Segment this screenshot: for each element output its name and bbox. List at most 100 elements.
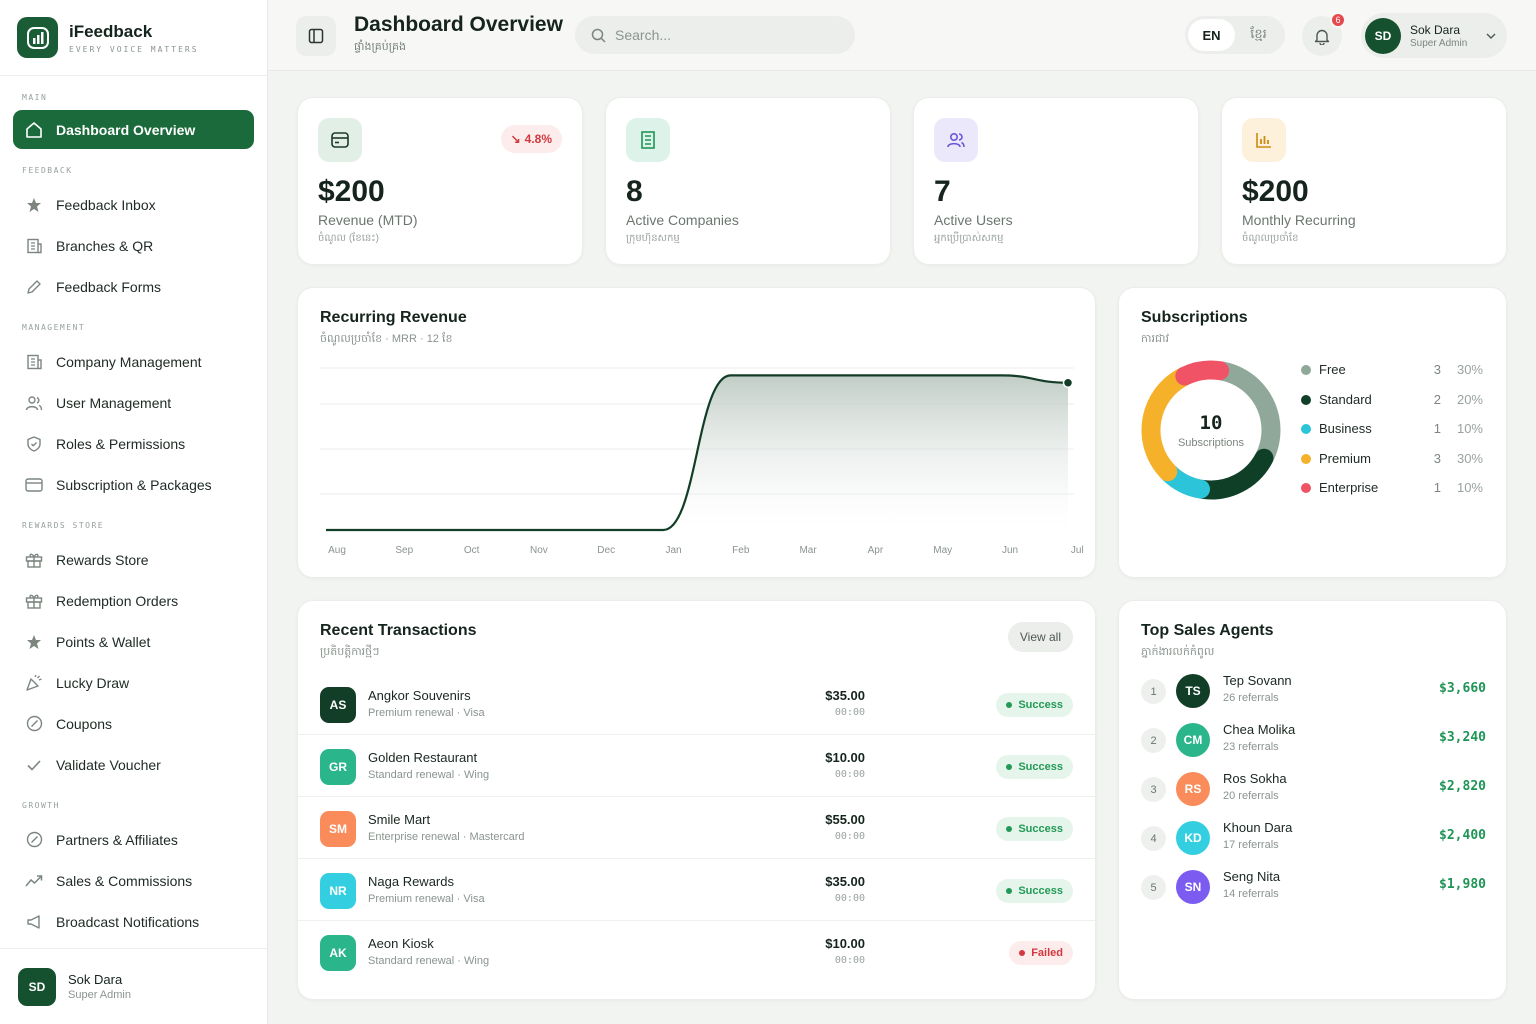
lang-en-button[interactable]: EN bbox=[1188, 19, 1235, 51]
legend-item: Standard 2 20% bbox=[1301, 390, 1483, 410]
list-item[interactable]: 3 RS Ros Sokha 20 referrals $2,820 bbox=[1141, 767, 1486, 816]
sidebar-item-label: Roles & Permissions bbox=[56, 435, 186, 452]
sidebar-item-lucky-draw[interactable]: Lucky Draw bbox=[13, 663, 254, 702]
sidebar-item-branches[interactable]: Branches & QR bbox=[13, 226, 254, 265]
legend-label: Free bbox=[1319, 362, 1346, 377]
sidebar-panel-icon bbox=[308, 28, 324, 44]
avatar: NR bbox=[320, 873, 356, 909]
user-menu[interactable]: SD Sok Dara Super Admin bbox=[1361, 13, 1507, 58]
card-title: Recent Transactions bbox=[320, 622, 477, 639]
stat-card-companies: 8 Active Companies ក្រុមហ៊ុនសកម្ម bbox=[605, 97, 891, 265]
trend-value: 4.8% bbox=[524, 132, 552, 146]
status-badge: Success bbox=[996, 755, 1073, 779]
list-item[interactable]: 4 KD Khoun Dara 17 referrals $2,400 bbox=[1141, 816, 1486, 865]
avatar: KD bbox=[1176, 821, 1210, 855]
sidebar-item-inbox[interactable]: Feedback Inbox bbox=[13, 185, 254, 224]
stat-label-kh: ក្រុមហ៊ុនសកម្ម bbox=[626, 233, 680, 244]
agent-amount: $1,980 bbox=[1439, 877, 1486, 892]
card-subtitle: ប្រតិបត្តិការថ្មីៗ bbox=[320, 646, 380, 658]
top-header: Dashboard Overview ផ្ទាំងគ្រប់គ្រង Searc… bbox=[268, 0, 1536, 71]
sidebar-item-forms[interactable]: Feedback Forms bbox=[13, 267, 254, 306]
table-row[interactable]: NR Naga Rewards Premium renewal · Visa $35.… bbox=[298, 859, 1095, 921]
status-badge: Success bbox=[996, 879, 1073, 903]
header-user-role: Super Admin bbox=[1410, 37, 1468, 49]
table-row[interactable]: AK Aeon Kiosk Standard renewal · Wing $10.0… bbox=[298, 921, 1095, 983]
notifications-button[interactable]: 6 bbox=[1302, 12, 1346, 56]
card-subtitle: ភ្នាក់ងារលក់កំពូល bbox=[1141, 646, 1215, 658]
transaction-description: Premium renewal · Visa bbox=[368, 893, 485, 905]
sidebar-item-users[interactable]: User Management bbox=[13, 383, 254, 422]
sidebar-item-coupons[interactable]: Coupons bbox=[13, 704, 254, 743]
sidebar-item-company[interactable]: Company Management bbox=[13, 342, 254, 381]
avatar: RS bbox=[1176, 772, 1210, 806]
language-switcher[interactable]: EN ខ្មែរ bbox=[1185, 16, 1285, 54]
x-tick-label: Jun bbox=[1002, 545, 1018, 556]
brand-logo-icon bbox=[17, 17, 58, 58]
sidebar-toggle-button[interactable] bbox=[296, 16, 336, 56]
sidebar-item-rewards-store[interactable]: Rewards Store bbox=[13, 540, 254, 579]
sidebar-item-subscriptions[interactable]: Subscription & Packages bbox=[13, 465, 254, 504]
star-icon bbox=[24, 195, 44, 215]
status-dot-icon bbox=[1006, 702, 1013, 708]
megaphone-icon bbox=[24, 912, 44, 932]
card-subtitle: ការជាវ bbox=[1141, 333, 1169, 345]
stat-label: Active Users bbox=[934, 212, 1013, 228]
sidebar-item-validate-voucher[interactable]: Validate Voucher bbox=[13, 745, 254, 784]
check-icon bbox=[24, 755, 44, 775]
trend-badge: ↘ 4.8% bbox=[500, 125, 562, 153]
table-row[interactable]: GR Golden Restaurant Standard renewal · Wi… bbox=[298, 735, 1095, 797]
stat-label: Monthly Recurring bbox=[1242, 212, 1356, 228]
transaction-description: Enterprise renewal · Mastercard bbox=[368, 831, 525, 843]
x-tick-label: Nov bbox=[530, 545, 548, 556]
stat-value: 8 bbox=[626, 175, 643, 208]
subscriptions-card: Subscriptions ការជាវ 10 Subscriptions Fr… bbox=[1118, 287, 1507, 578]
x-tick-label: Aug bbox=[328, 545, 346, 556]
sidebar-item-roles[interactable]: Roles & Permissions bbox=[13, 424, 254, 463]
view-all-button[interactable]: View all bbox=[1007, 622, 1073, 652]
stat-label: Revenue (MTD) bbox=[318, 212, 418, 228]
sidebar-item-points[interactable]: Points & Wallet bbox=[13, 622, 254, 661]
sidebar-item-partners[interactable]: Partners & Affiliates bbox=[13, 820, 254, 859]
users-icon bbox=[934, 118, 978, 162]
stat-value: $200 bbox=[1242, 175, 1309, 208]
list-item[interactable]: 2 CM Chea Molika 23 referrals $3,240 bbox=[1141, 718, 1486, 767]
legend-percent: 30% bbox=[1456, 362, 1483, 377]
transaction-amount: $55.00 bbox=[825, 812, 865, 827]
transaction-time: 00:00 bbox=[834, 955, 865, 966]
sidebar-item-sales[interactable]: Sales & Commissions bbox=[13, 861, 254, 900]
sidebar-item-label: Company Management bbox=[56, 353, 202, 370]
x-tick-label: Jul bbox=[1071, 545, 1084, 556]
percent-icon bbox=[24, 830, 44, 850]
status-badge: Failed bbox=[1009, 941, 1073, 965]
list-item[interactable]: 5 SN Seng Nita 14 referrals $1,980 bbox=[1141, 865, 1486, 914]
transaction-time: 00:00 bbox=[834, 893, 865, 904]
brand-name: iFeedback bbox=[69, 21, 153, 41]
brand[interactable]: iFeedback EVERY VOICE MATTERS bbox=[0, 0, 267, 76]
list-item[interactable]: 1 TS Tep Sovann 26 referrals $3,660 bbox=[1141, 669, 1486, 718]
legend-item: Business 1 10% bbox=[1301, 419, 1483, 439]
revenue-chart: Aug Sep Oct Nov Dec Jan Feb Mar Apr May Jun Jul bbox=[320, 367, 1084, 556]
x-tick-label: Feb bbox=[732, 545, 750, 556]
avatar: TS bbox=[1176, 674, 1210, 708]
table-row[interactable]: SM Smile Mart Enterprise renewal · Masterc… bbox=[298, 797, 1095, 859]
percent-icon bbox=[24, 714, 44, 734]
section-management: MANAGEMENT bbox=[22, 323, 86, 332]
avatar: SD bbox=[1365, 17, 1401, 54]
legend-label: Business bbox=[1319, 421, 1372, 436]
x-tick-label: Sep bbox=[395, 545, 413, 556]
sidebar-user[interactable]: SD Sok Dara Super Admin bbox=[0, 948, 267, 1024]
sidebar-item-redemption[interactable]: Redemption Orders bbox=[13, 581, 254, 620]
status-label: Success bbox=[1018, 823, 1063, 835]
transaction-company: Angkor Souvenirs bbox=[368, 688, 471, 703]
gift-icon bbox=[24, 591, 44, 611]
status-label: Success bbox=[1018, 761, 1063, 773]
section-feedback: FEEDBACK bbox=[22, 166, 73, 175]
revenue-point[interactable] bbox=[1062, 377, 1074, 388]
agent-referrals: 20 referrals bbox=[1223, 790, 1279, 802]
sidebar-item-broadcast[interactable]: Broadcast Notifications bbox=[13, 902, 254, 941]
lang-kh-button[interactable]: ខ្មែរ bbox=[1235, 19, 1282, 51]
search-input[interactable]: Search... bbox=[575, 16, 855, 54]
table-row[interactable]: AS Angkor Souvenirs Premium renewal · Visa… bbox=[298, 673, 1095, 735]
sidebar-item-dashboard[interactable]: Dashboard Overview bbox=[13, 110, 254, 149]
star-icon bbox=[24, 632, 44, 652]
